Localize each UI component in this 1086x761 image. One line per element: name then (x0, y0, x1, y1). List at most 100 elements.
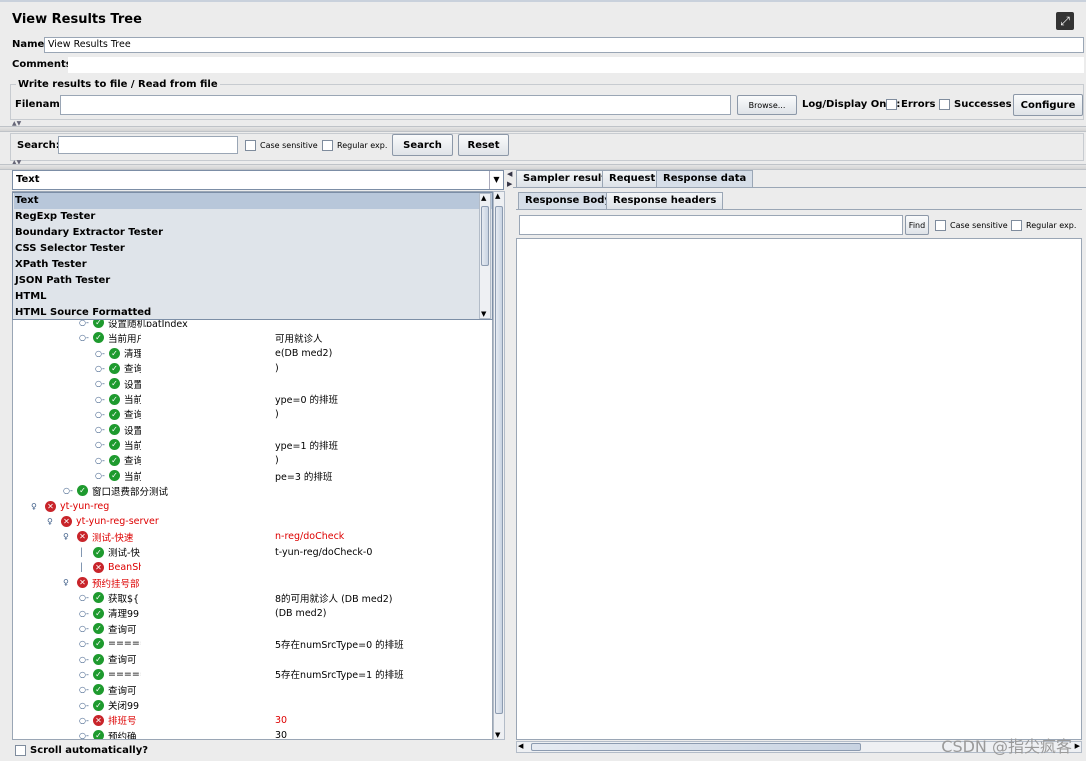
splitter-left-icon[interactable]: ◀ (507, 170, 512, 178)
renderer-option[interactable]: HTML Source Formatted (14, 305, 492, 321)
search-button[interactable]: Search (392, 134, 453, 156)
dropdown-scroll-down-icon[interactable]: ▼ (481, 310, 486, 318)
browse-button[interactable]: Browse... (737, 95, 797, 115)
find-regex-row[interactable]: Regular exp. (1011, 220, 1076, 231)
hscroll-thumb[interactable] (531, 743, 861, 751)
tree-expand-icon[interactable]: ○- (95, 349, 109, 358)
tree-row[interactable]: ♀ ✕ yt-yun-reg (31, 499, 109, 514)
tree-expand-icon[interactable]: ○- (79, 731, 93, 739)
tree-expand-icon[interactable]: ○- (95, 456, 109, 465)
search-regex-checkbox[interactable] (322, 140, 333, 151)
tree-expand-icon[interactable]: ○- (79, 655, 93, 664)
tree-row[interactable]: │ ✕ BeanSh (79, 560, 144, 575)
expand-icon[interactable]: ⤢ (1056, 12, 1074, 30)
tab-request[interactable]: Request (602, 170, 663, 187)
find-regex-checkbox[interactable] (1011, 220, 1022, 231)
tree-row[interactable]: ○- ✓ 获取${ (79, 590, 139, 605)
tree-expand-icon[interactable]: ○- (95, 425, 109, 434)
reset-button[interactable]: Reset (458, 134, 509, 156)
dropdown-scrollbar[interactable]: ▲ ▼ (479, 193, 491, 319)
scroll-auto-row[interactable]: Scroll automatically? (15, 745, 148, 756)
renderer-option[interactable]: CSS Selector Tester (14, 241, 492, 257)
renderer-select[interactable]: Text ▼ (12, 170, 504, 190)
renderer-option[interactable]: RegExp Tester (14, 209, 492, 225)
tree-row[interactable]: ♀ ✕ yt-yun-reg-server (47, 514, 159, 529)
dropdown-scroll-thumb[interactable] (481, 206, 489, 266)
find-case-row[interactable]: Case sensitive (935, 220, 1008, 231)
tree-row[interactable]: ○- ✓ 查询可 (79, 682, 137, 697)
find-input[interactable] (519, 215, 903, 235)
response-body-area[interactable] (516, 238, 1082, 740)
splitter-right-icon[interactable]: ▶ (507, 180, 512, 188)
tree-row[interactable]: ♀ ✕ 预约挂号部 (63, 575, 140, 590)
tree-expand-icon[interactable]: ○- (95, 471, 109, 480)
tree-row[interactable]: ○- ✓ 关闭99 (79, 698, 139, 713)
search-case-checkbox[interactable] (245, 140, 256, 151)
tree-expand-icon[interactable]: │ (79, 563, 93, 572)
renderer-option[interactable]: JSON Path Tester (14, 273, 492, 289)
tree-expand-icon[interactable]: ○- (79, 593, 93, 602)
tab-response-headers[interactable]: Response headers (606, 192, 724, 209)
search-input[interactable] (58, 136, 238, 154)
configure-button[interactable]: Configure (1013, 94, 1083, 116)
tree-expand-icon[interactable]: ♀ (63, 532, 77, 541)
tree-expand-icon[interactable]: ○- (79, 333, 93, 342)
errors-checkbox[interactable] (886, 99, 897, 110)
renderer-option[interactable]: XPath Tester (14, 257, 492, 273)
tree-row[interactable]: ♀ ✕ 测试-快速 (63, 529, 133, 544)
tree-expand-icon[interactable]: ○- (79, 624, 93, 633)
scroll-up-icon[interactable]: ▲ (495, 192, 500, 200)
tree-expand-icon[interactable]: ○- (95, 410, 109, 419)
tree-row[interactable]: ○- ✕ 排班号 (79, 713, 137, 728)
tree-expand-icon[interactable]: ○- (79, 716, 93, 725)
renderer-option[interactable]: Text (14, 193, 492, 209)
filename-input[interactable] (60, 95, 731, 115)
scroll-auto-checkbox[interactable] (15, 745, 26, 756)
hscroll-right-icon[interactable]: ▶ (1075, 742, 1080, 750)
tree-row[interactable]: ○- ✓ 窗口退费部分测试 (63, 483, 168, 498)
tree-expand-icon[interactable]: ○- (95, 364, 109, 373)
tree-expand-icon[interactable]: ○- (63, 486, 77, 495)
tree-row[interactable]: ○- ✓ 查询可 (79, 621, 137, 636)
tree-row[interactable]: ○- ✓ 查询可 (79, 652, 137, 667)
search-regex-row[interactable]: Regular exp. (322, 140, 387, 151)
renderer-option[interactable]: HTML (14, 289, 492, 305)
successes-checkbox-row[interactable]: Successes (939, 99, 1012, 110)
redaction-mask (141, 528, 273, 739)
tree-expand-icon[interactable]: ○- (79, 609, 93, 618)
tab-response-body[interactable]: Response Body (518, 192, 618, 209)
hscroll-left-icon[interactable]: ◀ (518, 742, 523, 750)
tree-expand-icon[interactable]: ♀ (63, 578, 77, 587)
success-shield-icon: ✓ (109, 470, 120, 481)
tree-expand-icon[interactable]: │ (79, 548, 93, 557)
tree-expand-icon[interactable]: ○- (95, 395, 109, 404)
tree-expand-icon[interactable]: ○- (79, 685, 93, 694)
find-case-checkbox[interactable] (935, 220, 946, 231)
renderer-dropdown-list[interactable]: Text RegExp Tester Boundary Extractor Test… (12, 192, 493, 320)
tree-expand-icon[interactable]: ○- (79, 670, 93, 679)
tree-expand-icon[interactable]: ♀ (31, 502, 45, 511)
tree-row[interactable]: │ ✓ 测试-快 (79, 545, 140, 560)
tab-response-data[interactable]: Response data (656, 170, 754, 187)
tree-row[interactable]: ○- ✓ 预约确 (79, 728, 137, 739)
tree-scroll-thumb[interactable] (495, 206, 503, 714)
tab-sampler-result[interactable]: Sampler result (516, 170, 614, 187)
split-divider-top[interactable] (0, 126, 1086, 132)
name-field[interactable]: View Results Tree (44, 37, 1084, 53)
find-button[interactable]: Find (905, 215, 929, 235)
tree-expand-icon[interactable]: ○- (95, 440, 109, 449)
tree-expand-icon[interactable]: ♀ (47, 517, 61, 526)
successes-checkbox[interactable] (939, 99, 950, 110)
tree-scrollbar[interactable]: ▲ ▼ (493, 191, 505, 740)
renderer-option[interactable]: Boundary Extractor Tester (14, 225, 492, 241)
chevron-down-icon[interactable]: ▼ (489, 171, 503, 189)
comments-field[interactable] (68, 57, 1084, 73)
tree-expand-icon[interactable]: ○- (95, 379, 109, 388)
errors-checkbox-row[interactable]: Errors (886, 99, 935, 110)
scroll-down-icon[interactable]: ▼ (495, 731, 500, 739)
tree-row[interactable]: ○- ✓ 清理99 (79, 606, 139, 621)
dropdown-scroll-up-icon[interactable]: ▲ (481, 194, 486, 202)
tree-expand-icon[interactable]: ○- (79, 639, 93, 648)
search-case-row[interactable]: Case sensitive (245, 140, 318, 151)
tree-expand-icon[interactable]: ○- (79, 701, 93, 710)
